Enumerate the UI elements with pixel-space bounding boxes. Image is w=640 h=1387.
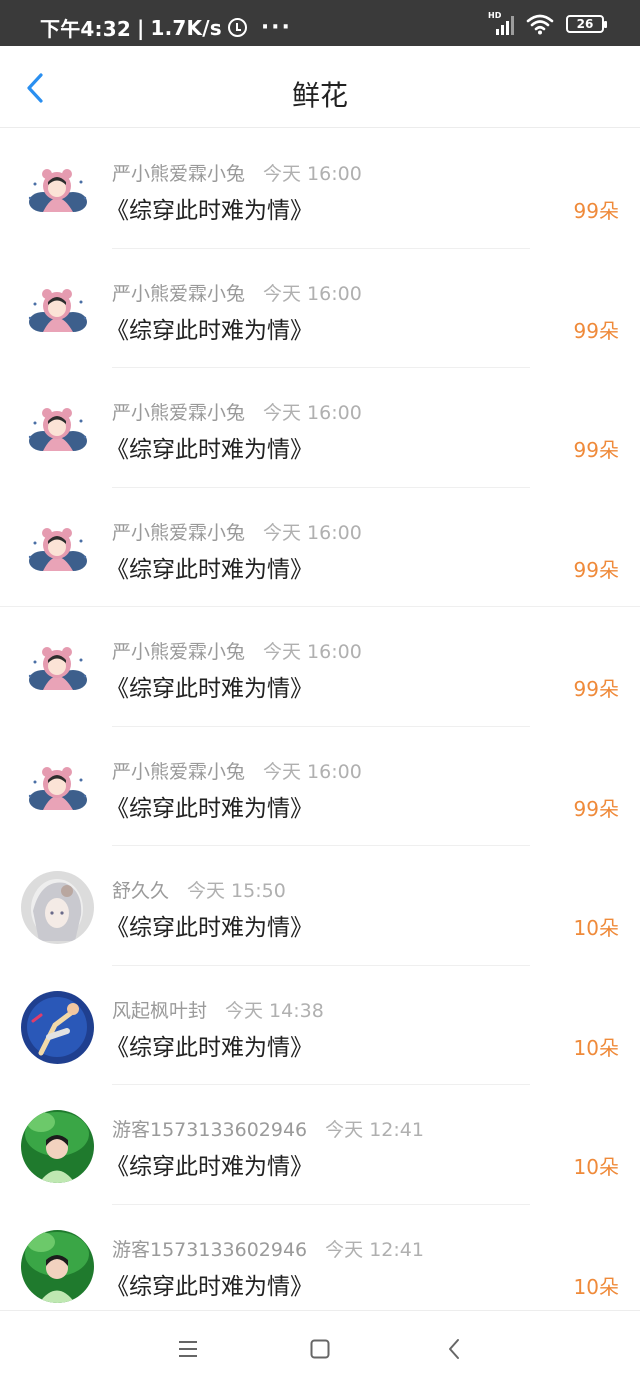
girl-pink-hood-icon bbox=[21, 512, 94, 586]
item-meta: 严小熊爱霖小兔 今天 16:00 bbox=[112, 159, 362, 186]
book-title: 《综穿此时难为情》 bbox=[106, 1273, 313, 1300]
list-item[interactable]: 游客1573133602946 今天 12:41 《综穿此时难为情》 10朵 bbox=[0, 1205, 640, 1324]
system-nav-bar bbox=[0, 1310, 640, 1387]
item-time: 今天 16:00 bbox=[263, 760, 362, 783]
item-meta: 严小熊爱霖小兔 今天 16:00 bbox=[112, 637, 362, 664]
item-time: 今天 12:41 bbox=[325, 1238, 424, 1261]
girl-green-leaves-icon bbox=[21, 1229, 94, 1303]
flower-count: 10朵 bbox=[573, 916, 619, 940]
item-time: 今天 15:50 bbox=[187, 880, 286, 902]
status-bar: 下午4:32 | 1.7K/s ··· HD 26 bbox=[0, 0, 640, 46]
status-time: 下午4:32 bbox=[40, 17, 131, 41]
book-title: 《综穿此时难为情》 bbox=[106, 1154, 313, 1180]
list-item[interactable]: 游客1573133602946 今天 12:41 《综穿此时难为情》 10朵 bbox=[0, 1085, 640, 1205]
flower-count: 10朵 bbox=[573, 1274, 619, 1299]
avatar[interactable] bbox=[21, 1229, 94, 1303]
item-time: 今天 12:41 bbox=[325, 1119, 424, 1141]
more-dots-icon: ··· bbox=[260, 14, 292, 40]
book-title: 《综穿此时难为情》 bbox=[106, 1034, 313, 1061]
user-name[interactable]: 风起枫叶封 bbox=[112, 1000, 207, 1022]
user-name[interactable]: 严小熊爱霖小兔 bbox=[112, 761, 245, 783]
item-meta: 游客1573133602946 今天 12:41 bbox=[112, 1235, 424, 1262]
flower-count: 99朵 bbox=[573, 677, 619, 701]
flower-count: 99朵 bbox=[573, 796, 619, 821]
avatar[interactable] bbox=[21, 632, 94, 705]
flower-count: 10朵 bbox=[573, 1155, 619, 1179]
girl-pink-hood-icon bbox=[21, 273, 94, 347]
user-name[interactable]: 严小熊爱霖小兔 bbox=[112, 163, 245, 185]
girl-pink-hood-icon bbox=[21, 154, 94, 227]
status-separator: | bbox=[136, 15, 145, 40]
item-meta: 游客1573133602946 今天 12:41 bbox=[112, 1115, 424, 1142]
status-right: HD 26 bbox=[488, 11, 607, 35]
back-triangle-icon[interactable] bbox=[443, 1337, 467, 1361]
item-meta: 严小熊爱霖小兔 今天 16:00 bbox=[112, 757, 362, 784]
status-left: 下午4:32 | 1.7K/s ··· bbox=[40, 13, 292, 42]
item-time: 今天 16:00 bbox=[263, 163, 362, 185]
book-title: 《综穿此时难为情》 bbox=[106, 198, 313, 224]
header: 鲜花 bbox=[0, 46, 640, 128]
user-name[interactable]: 严小熊爱霖小兔 bbox=[112, 522, 245, 544]
item-meta: 舒久久 今天 15:50 bbox=[112, 876, 286, 903]
item-meta: 严小熊爱霖小兔 今天 16:00 bbox=[112, 279, 362, 306]
book-title: 《综穿此时难为情》 bbox=[106, 317, 313, 344]
list-item[interactable]: 风起枫叶封 今天 14:38 《综穿此时难为情》 10朵 bbox=[0, 966, 640, 1085]
avatar[interactable] bbox=[21, 751, 94, 825]
list-item[interactable]: 舒久久 今天 15:50 《综穿此时难为情》 10朵 bbox=[0, 846, 640, 966]
list-item[interactable]: 严小熊爱霖小兔 今天 16:00 《综穿此时难为情》 99朵 bbox=[0, 249, 640, 368]
item-meta: 严小熊爱霖小兔 今天 16:00 bbox=[112, 518, 362, 545]
status-net-speed: 1.7K/s bbox=[150, 15, 222, 40]
user-name[interactable]: 游客1573133602946 bbox=[112, 1119, 307, 1141]
avatar[interactable] bbox=[21, 990, 94, 1064]
girl-pink-hood-icon bbox=[21, 751, 94, 825]
user-name[interactable]: 舒久久 bbox=[112, 880, 169, 902]
user-name[interactable]: 游客1573133602946 bbox=[112, 1239, 307, 1261]
item-time: 今天 16:00 bbox=[263, 402, 362, 424]
list-item[interactable]: 严小熊爱霖小兔 今天 16:00 《综穿此时难为情》 99朵 bbox=[0, 368, 640, 488]
dancer-blue-circle-icon bbox=[21, 990, 94, 1064]
battery-icon: 26 bbox=[566, 15, 607, 33]
item-meta: 风起枫叶封 今天 14:38 bbox=[112, 996, 324, 1023]
flower-count: 99朵 bbox=[573, 438, 619, 462]
menu-icon[interactable] bbox=[176, 1337, 200, 1361]
avatar[interactable] bbox=[21, 393, 94, 466]
item-meta: 严小熊爱霖小兔 今天 16:00 bbox=[112, 398, 362, 425]
wifi-icon bbox=[526, 14, 554, 35]
signal-hd-label: HD bbox=[488, 11, 502, 20]
girl-green-leaves-icon bbox=[21, 1110, 94, 1183]
item-time: 今天 16:00 bbox=[263, 282, 362, 305]
alarm-icon bbox=[227, 18, 247, 37]
flower-count: 99朵 bbox=[573, 318, 619, 343]
list-item[interactable]: 严小熊爱霖小兔 今天 16:00 《综穿此时难为情》 99朵 bbox=[0, 607, 640, 727]
list-item[interactable]: 严小熊爱霖小兔 今天 16:00 《综穿此时难为情》 99朵 bbox=[0, 488, 640, 607]
signal-icon: HD bbox=[488, 11, 514, 35]
avatar[interactable] bbox=[21, 154, 94, 227]
list-item[interactable]: 严小熊爱霖小兔 今天 16:00 《综穿此时难为情》 99朵 bbox=[0, 129, 640, 249]
user-name[interactable]: 严小熊爱霖小兔 bbox=[112, 402, 245, 424]
flower-count: 99朵 bbox=[573, 199, 619, 223]
girl-pink-hood-icon bbox=[21, 632, 94, 705]
silver-hair-girl-icon bbox=[21, 871, 94, 944]
girl-pink-hood-icon bbox=[21, 393, 94, 466]
book-title: 《综穿此时难为情》 bbox=[106, 915, 313, 941]
avatar[interactable] bbox=[21, 1110, 94, 1183]
item-time: 今天 16:00 bbox=[263, 641, 362, 663]
book-title: 《综穿此时难为情》 bbox=[106, 795, 313, 822]
avatar[interactable] bbox=[21, 512, 94, 586]
book-title: 《综穿此时难为情》 bbox=[106, 437, 313, 463]
list-item[interactable]: 严小熊爱霖小兔 今天 16:00 《综穿此时难为情》 99朵 bbox=[0, 727, 640, 846]
avatar[interactable] bbox=[21, 273, 94, 347]
home-square-icon[interactable] bbox=[308, 1337, 332, 1361]
item-time: 今天 16:00 bbox=[263, 521, 362, 544]
page-title: 鲜花 bbox=[291, 79, 348, 112]
user-name[interactable]: 严小熊爱霖小兔 bbox=[112, 641, 245, 663]
user-name[interactable]: 严小熊爱霖小兔 bbox=[112, 283, 245, 305]
flower-count: 99朵 bbox=[573, 557, 619, 582]
avatar[interactable] bbox=[21, 871, 94, 944]
flower-count: 10朵 bbox=[573, 1035, 619, 1060]
flower-list: 严小熊爱霖小兔 今天 16:00 《综穿此时难为情》 99朵 严小熊爱霖小兔 今天 16:… bbox=[0, 129, 640, 1324]
book-title: 《综穿此时难为情》 bbox=[106, 556, 313, 583]
book-title: 《综穿此时难为情》 bbox=[106, 676, 313, 702]
item-time: 今天 14:38 bbox=[225, 999, 324, 1022]
